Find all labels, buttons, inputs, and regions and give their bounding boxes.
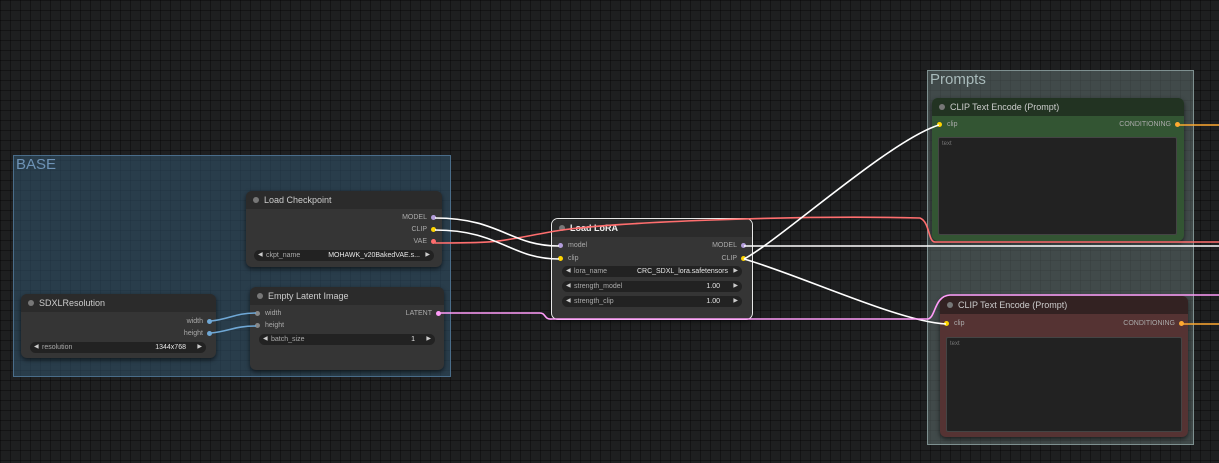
output-vae[interactable]: VAE — [413, 237, 436, 247]
slot-label: model — [568, 242, 588, 249]
slot-dot-width[interactable] — [207, 319, 212, 324]
slot-label: height — [265, 322, 285, 329]
arrow-left-icon[interactable]: ◀ — [566, 266, 571, 277]
input-height[interactable]: height — [255, 321, 284, 331]
output-width[interactable]: width — [187, 317, 212, 327]
link-model-checkpoint-to-lora[interactable] — [434, 217, 560, 247]
widget-label: batch_size — [271, 336, 305, 343]
widget-label: lora_name — [574, 268, 608, 275]
slot-dot-latent[interactable] — [436, 311, 441, 316]
lora-name-combo[interactable]: ◀ lora_name CRC_SDXL_lora.safetensors ▶ — [562, 266, 742, 277]
widget-label: resolution — [42, 344, 73, 351]
node-load-checkpoint[interactable]: Load Checkpoint MODEL CLIP VAE ◀ ckpt_na… — [246, 191, 442, 267]
node-sdxl-resolution[interactable]: SDXLResolution width height ◀ resolution… — [21, 294, 216, 358]
ckpt-name-combo[interactable]: ◀ ckpt_name MOHAWK_v20BakedVAE.s... ▶ — [254, 250, 434, 261]
output-latent[interactable]: LATENT — [406, 309, 441, 319]
group-prompts-title[interactable]: Prompts — [930, 71, 986, 89]
widget-label: strength_clip — [574, 298, 614, 305]
slot-label: clip — [947, 121, 958, 128]
slot-label: height — [183, 330, 203, 337]
slot-label: width — [265, 310, 282, 317]
widget-value: 1344x768 — [155, 344, 186, 351]
arrow-left-icon[interactable]: ◀ — [258, 250, 263, 261]
input-width[interactable]: width — [255, 309, 281, 319]
output-clip[interactable]: CLIP — [721, 254, 746, 264]
slot-dot-clip[interactable] — [944, 321, 949, 326]
slot-dot-model[interactable] — [558, 243, 563, 248]
slot-label: MODEL — [712, 242, 737, 249]
slot-dot-clip[interactable] — [558, 256, 563, 261]
link-clip-to-positive[interactable] — [743, 124, 940, 260]
arrow-right-icon[interactable]: ▶ — [733, 296, 738, 307]
node-empty-latent-image[interactable]: Empty Latent Image width height LATENT ◀… — [250, 287, 444, 370]
link-clip-checkpoint-to-lora[interactable] — [434, 229, 560, 260]
slot-dot-conditioning[interactable] — [1175, 122, 1180, 127]
arrow-right-icon[interactable]: ▶ — [425, 250, 430, 261]
node-clip-text-encode-negative[interactable]: CLIP Text Encode (Prompt) clip CONDITION… — [940, 296, 1188, 437]
slot-label: CLIP — [411, 226, 427, 233]
group-base-title[interactable]: BASE — [16, 156, 56, 174]
slot-label: LATENT — [405, 310, 432, 317]
arrow-left-icon[interactable]: ◀ — [34, 342, 39, 353]
slot-dot-vae[interactable] — [431, 239, 436, 244]
node-title[interactable]: Load Checkpoint — [246, 191, 442, 209]
input-clip[interactable]: clip — [558, 254, 579, 264]
arrow-right-icon[interactable]: ▶ — [733, 281, 738, 292]
slot-label: clip — [568, 255, 579, 262]
slot-dot-height[interactable] — [207, 331, 212, 336]
arrow-right-icon[interactable]: ▶ — [426, 334, 431, 345]
slot-dot-conditioning[interactable] — [1179, 321, 1184, 326]
strength-clip-number[interactable]: ◀ strength_clip 1.00 ▶ — [562, 296, 742, 307]
input-model[interactable]: model — [558, 241, 587, 251]
output-model[interactable]: MODEL — [402, 213, 436, 223]
arrow-left-icon[interactable]: ◀ — [566, 296, 571, 307]
widget-label: strength_model — [574, 283, 623, 290]
widget-label: ckpt_name — [266, 252, 301, 259]
slot-dot-model[interactable] — [741, 243, 746, 248]
slot-dot-height[interactable] — [255, 323, 260, 328]
strength-model-number[interactable]: ◀ strength_model 1.00 ▶ — [562, 281, 742, 292]
arrow-right-icon[interactable]: ▶ — [197, 342, 202, 353]
slot-label: VAE — [413, 238, 428, 245]
slot-dot-clip[interactable] — [741, 256, 746, 261]
node-title[interactable]: SDXLResolution — [21, 294, 216, 312]
slot-dot-width[interactable] — [255, 311, 260, 316]
output-height[interactable]: height — [184, 329, 212, 339]
input-clip[interactable]: clip — [937, 120, 958, 130]
widget-value: CRC_SDXL_lora.safetensors — [636, 268, 728, 275]
node-load-lora[interactable]: Load LoRA model clip MODEL CLIP ◀ lora_n… — [551, 218, 753, 320]
output-conditioning[interactable]: CONDITIONING — [1123, 319, 1184, 329]
node-title[interactable]: CLIP Text Encode (Prompt) — [940, 296, 1188, 314]
slot-label: clip — [954, 320, 965, 327]
slot-dot-clip[interactable] — [937, 122, 942, 127]
widget-value: 1 — [411, 336, 415, 343]
slot-label: CLIP — [721, 255, 737, 262]
batch-size-number[interactable]: ◀ batch_size 1 ▶ — [259, 334, 435, 345]
widget-value: MOHAWK_v20BakedVAE.s... — [328, 252, 420, 259]
arrow-left-icon[interactable]: ◀ — [263, 334, 268, 345]
widget-value: 1.00 — [706, 283, 720, 290]
slot-label: MODEL — [402, 214, 427, 221]
widget-value: 1.00 — [706, 298, 720, 305]
slot-label: width — [186, 318, 203, 325]
prompt-text-area[interactable] — [946, 337, 1182, 432]
arrow-left-icon[interactable]: ◀ — [566, 281, 571, 292]
output-clip[interactable]: CLIP — [411, 225, 436, 235]
link-clip-to-negative[interactable] — [743, 258, 947, 325]
output-conditioning[interactable]: CONDITIONING — [1119, 120, 1180, 130]
slot-label: CONDITIONING — [1123, 320, 1175, 327]
prompt-text-area[interactable] — [938, 137, 1177, 235]
node-title[interactable]: CLIP Text Encode (Prompt) — [932, 98, 1184, 116]
node-title[interactable]: Load LoRA — [552, 219, 752, 237]
slot-dot-clip[interactable] — [431, 227, 436, 232]
node-title[interactable]: Empty Latent Image — [250, 287, 444, 305]
output-model[interactable]: MODEL — [712, 241, 746, 251]
node-clip-text-encode-positive[interactable]: CLIP Text Encode (Prompt) clip CONDITION… — [932, 98, 1184, 241]
arrow-right-icon[interactable]: ▶ — [733, 266, 738, 277]
input-clip[interactable]: clip — [944, 319, 965, 329]
slot-label: CONDITIONING — [1119, 121, 1171, 128]
resolution-combo[interactable]: ◀ resolution 1344x768 ▶ — [30, 342, 206, 353]
slot-dot-model[interactable] — [431, 215, 436, 220]
